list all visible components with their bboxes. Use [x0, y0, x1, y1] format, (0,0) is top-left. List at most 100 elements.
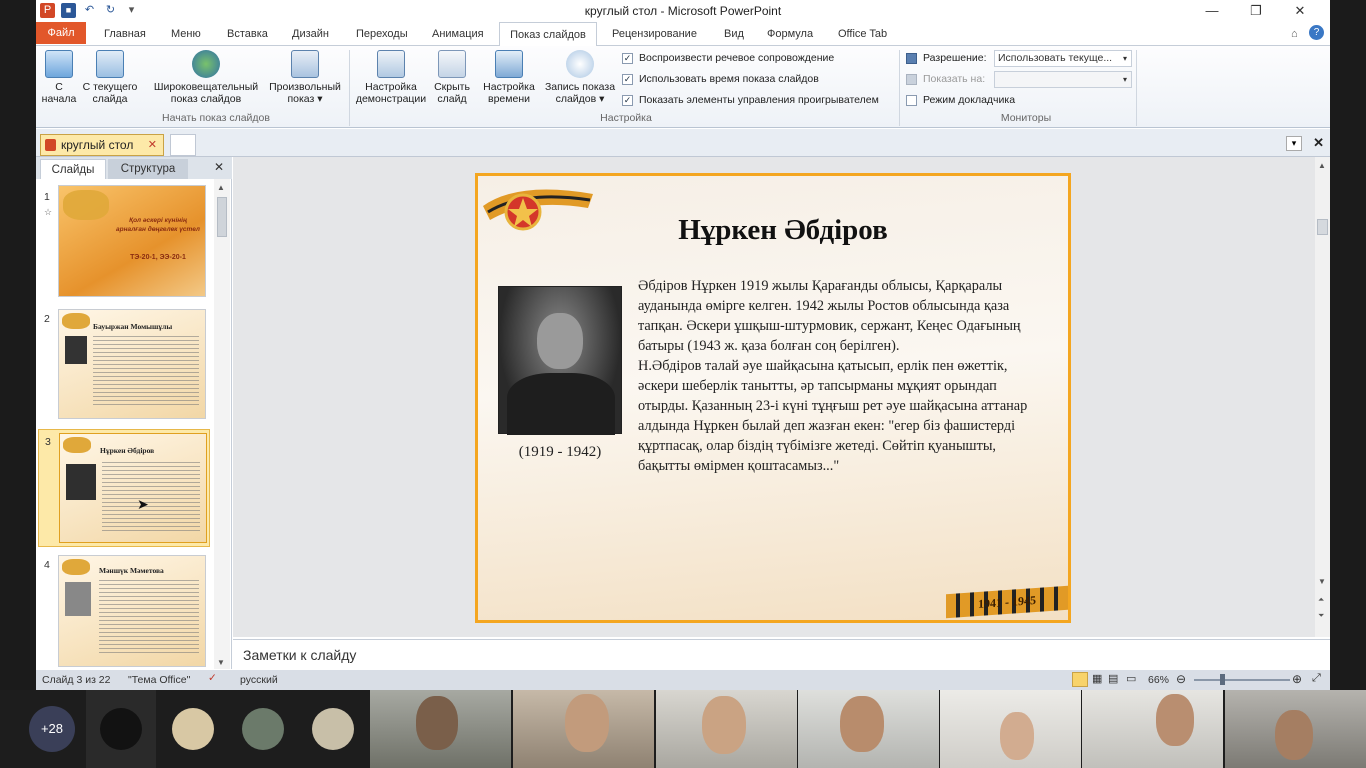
slide-years: (1919 - 1942) — [518, 444, 602, 460]
reading-view-icon[interactable]: ▤ — [1108, 672, 1118, 685]
broadcast-button[interactable]: Широковещательный показ слайдов — [148, 50, 264, 105]
show-on-label: Показать на: — [906, 73, 985, 85]
fit-to-window-icon[interactable]: ⤢ — [1312, 672, 1321, 685]
custom-show-icon — [291, 50, 319, 78]
participant-video[interactable] — [1225, 690, 1366, 768]
presenter-view-checkbox[interactable]: Режим докладчика — [906, 94, 1015, 106]
notes-pane[interactable]: Заметки к слайду — [233, 639, 1330, 670]
media-controls-checkbox[interactable]: ✓ Показать элементы управления проигрыват… — [622, 94, 879, 106]
language-indicator[interactable]: русский — [240, 674, 278, 686]
zoom-in-icon[interactable]: ⊕ — [1292, 672, 1302, 686]
tab-review[interactable]: Рецензирование — [612, 26, 697, 46]
scroll-thumb[interactable] — [217, 197, 227, 237]
group-monitors-label: Мониторы — [1000, 112, 1052, 124]
next-slide-icon[interactable]: ⏷ — [1318, 611, 1324, 621]
show-on-dropdown[interactable]: ▾ — [994, 71, 1132, 88]
chevron-down-icon: ▾ — [1122, 54, 1127, 63]
tab-formula[interactable]: Формула — [767, 26, 813, 46]
ppt-file-icon — [45, 139, 56, 151]
video-conference-strip: +28 — [0, 690, 1366, 768]
tab-slideshow[interactable]: Показ слайдов — [499, 22, 597, 47]
timings-checkbox[interactable]: ✓ Использовать время показа слайдов — [622, 73, 819, 85]
tab-insert[interactable]: Вставка — [227, 26, 268, 46]
participant-video[interactable] — [370, 690, 511, 768]
tab-officetab[interactable]: Office Tab — [838, 26, 887, 46]
new-tab-button[interactable] — [170, 134, 196, 156]
normal-view-icon[interactable] — [1072, 672, 1088, 687]
participant-video[interactable] — [798, 690, 939, 768]
tab-view[interactable]: Вид — [724, 26, 744, 46]
title-bar: P ■ ↶ ↻ ▾ круглый стол - Microsoft Power… — [36, 0, 1330, 22]
ribbon-tabs: Главная Меню Вставка Дизайн Переходы Ани… — [36, 22, 1330, 46]
slide-thumb-2[interactable]: Бауыржан Момышұлы — [58, 309, 206, 419]
setup-show-button[interactable]: Настройка демонстрации — [352, 50, 430, 105]
help-icon[interactable]: ? — [1309, 25, 1324, 40]
tab-animation[interactable]: Анимация — [432, 26, 484, 46]
current-slide[interactable]: Нұркен Әбдіров (1919 - 1942) Әбдіров Нұр… — [475, 173, 1071, 623]
tab-home[interactable]: Главная — [104, 26, 146, 46]
slide-scrollbar[interactable]: ▲ ▼ ⏶ ⏷ — [1315, 157, 1330, 637]
slide-thumb-3[interactable]: Нұркен Әбдіров — [59, 433, 207, 543]
participant-tile[interactable] — [86, 690, 156, 768]
ribbon-ornament-icon — [62, 559, 90, 575]
tab-list-icon[interactable]: ▾ — [1286, 136, 1302, 151]
tab-transitions[interactable]: Переходы — [356, 26, 408, 46]
sorter-view-icon[interactable]: ▦ — [1092, 672, 1102, 685]
globe-icon — [192, 50, 220, 78]
ribbon: С начала С текущего слайда Широковещател… — [36, 46, 1330, 128]
previous-slide-icon[interactable]: ⏶ — [1318, 595, 1324, 605]
tab-outline[interactable]: Структура — [108, 159, 188, 179]
participant-face — [565, 694, 609, 752]
powerpoint-window: P ■ ↶ ↻ ▾ круглый стол - Microsoft Power… — [36, 0, 1330, 690]
close-icon[interactable]: ✕ — [1278, 2, 1322, 20]
scroll-down-icon[interactable]: ▼ — [1318, 577, 1326, 586]
participant-face — [840, 696, 884, 752]
ribbon-collapse-icon[interactable]: ⌂ — [1291, 26, 1298, 46]
slide-thumb-4[interactable]: Мәншүк Мәметова — [58, 555, 206, 667]
tab-file[interactable]: Файл — [36, 22, 86, 44]
rehearse-timings-button[interactable]: Настройка времени — [480, 50, 538, 105]
participant-tile[interactable] — [228, 690, 298, 768]
participant-video[interactable] — [656, 690, 797, 768]
slide-thumb-1[interactable]: Қол әскері күнінің арналған дөңгелек үст… — [58, 185, 206, 297]
doc-tab-active[interactable]: круглый стол ✕ — [40, 134, 164, 156]
participant-video[interactable] — [1082, 690, 1223, 768]
zoom-level[interactable]: 66% — [1148, 674, 1169, 686]
participant-tile[interactable] — [298, 690, 368, 768]
narration-checkbox[interactable]: ✓ Воспроизвести речевое сопровождение — [622, 52, 834, 64]
tab-design[interactable]: Дизайн — [292, 26, 329, 46]
scroll-thumb[interactable] — [1317, 219, 1328, 235]
scroll-down-icon[interactable]: ▼ — [217, 658, 225, 667]
spellcheck-icon[interactable]: ✓ — [208, 672, 217, 684]
thumbnails-scrollbar[interactable]: ▲ ▼ — [214, 179, 230, 669]
slideshow-view-icon[interactable]: ▭ — [1126, 672, 1136, 685]
participant-video[interactable] — [940, 690, 1081, 768]
hide-slide-button[interactable]: Скрыть слайд — [432, 50, 472, 105]
tab-menu[interactable]: Меню — [171, 26, 201, 46]
group-setup-label: Настройка — [600, 112, 652, 124]
tab-slides[interactable]: Слайды — [40, 159, 106, 179]
slides-panel: Слайды Структура ✕ 1 ☆ Қол әскері күніні… — [36, 157, 232, 669]
thumb-row-3[interactable]: 3 Нұркен Әбдіров ➤ — [38, 429, 210, 547]
record-show-button[interactable]: Запись показа слайдов ▾ — [540, 50, 620, 105]
custom-show-button[interactable]: Произвольный показ ▾ — [264, 50, 346, 105]
from-start-button[interactable]: С начала — [40, 50, 78, 105]
scroll-up-icon[interactable]: ▲ — [217, 183, 225, 192]
status-bar: Слайд 3 из 22 "Тема Office" ✓ русский ▦ … — [36, 670, 1330, 690]
maximize-icon[interactable]: ❐ — [1234, 2, 1278, 20]
close-tab-icon[interactable]: ✕ — [148, 135, 157, 155]
ribbon-ornament-icon — [483, 189, 593, 231]
participant-tile[interactable] — [158, 690, 228, 768]
more-participants-badge[interactable]: +28 — [29, 706, 75, 752]
participant-video[interactable] — [513, 690, 654, 768]
zoom-slider[interactable] — [1194, 679, 1290, 681]
close-all-icon[interactable]: ✕ — [1313, 135, 1324, 151]
from-current-button[interactable]: С текущего слайда — [80, 50, 140, 105]
zoom-slider-thumb[interactable] — [1220, 674, 1225, 685]
zoom-out-icon[interactable]: ⊖ — [1176, 672, 1186, 686]
resolution-dropdown[interactable]: Использовать текуще... ▾ — [994, 50, 1132, 67]
checkbox-checked-icon: ✓ — [622, 52, 633, 64]
close-panel-icon[interactable]: ✕ — [214, 160, 224, 174]
scroll-up-icon[interactable]: ▲ — [1318, 161, 1326, 170]
minimize-icon[interactable]: — — [1190, 2, 1234, 20]
